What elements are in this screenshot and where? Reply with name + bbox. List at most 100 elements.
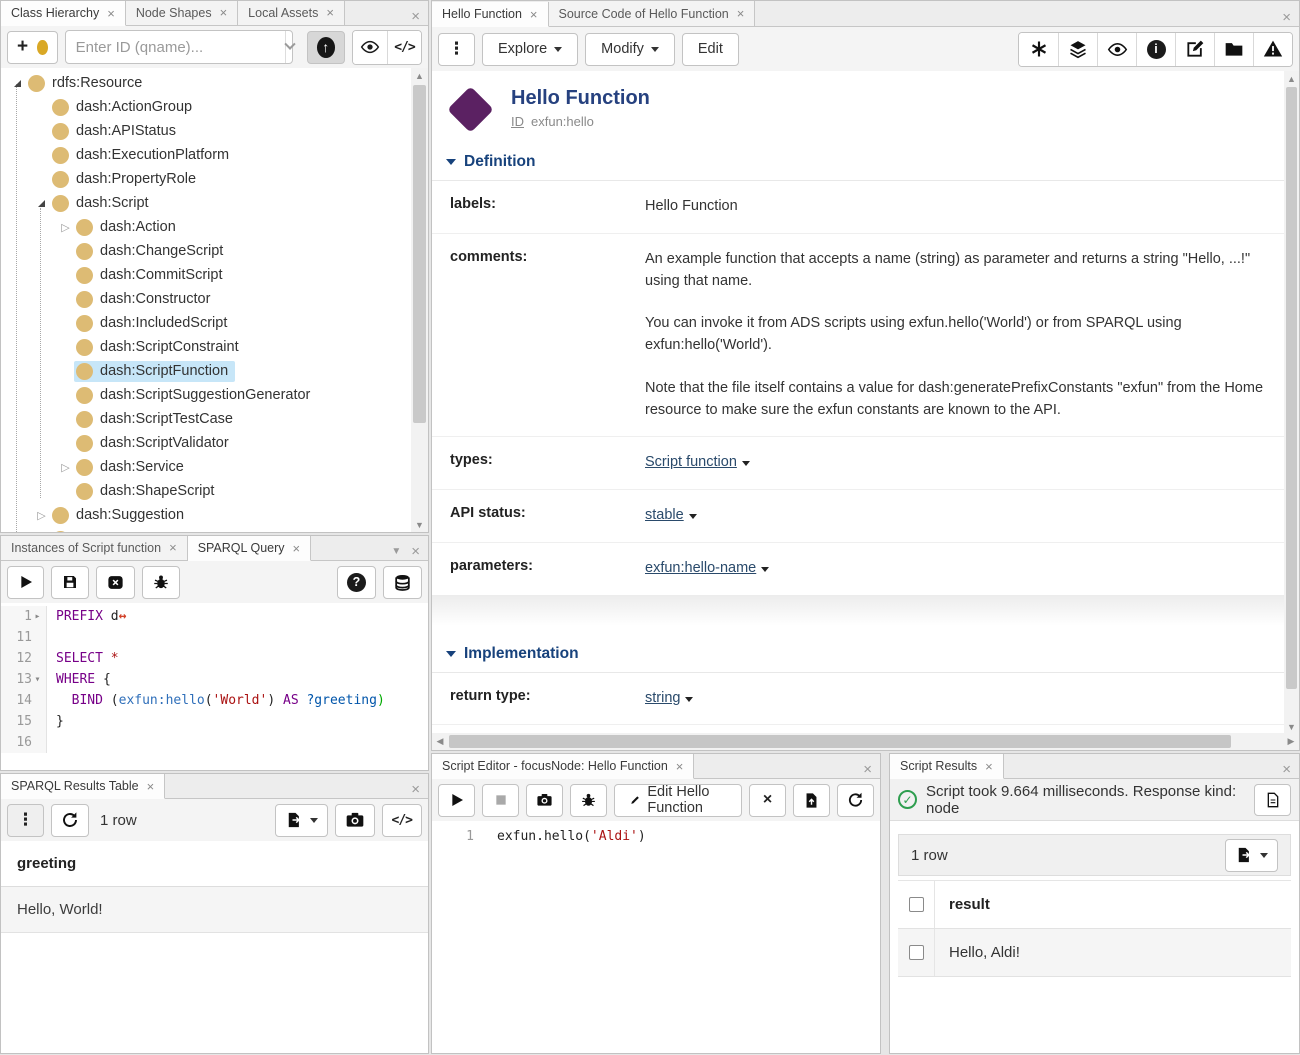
close-icon[interactable]: × (737, 7, 745, 20)
tree-item-dash-constructor[interactable]: dash:Constructor (1, 287, 411, 311)
run-script-button[interactable] (438, 784, 475, 817)
problems-button[interactable] (1253, 33, 1292, 66)
scrollbar-thumb[interactable] (413, 85, 426, 423)
layers-button[interactable] (1058, 33, 1097, 66)
tab-instances[interactable]: Instances of Script function× (1, 535, 188, 560)
code-line[interactable]: 13▾WHERE { (1, 669, 428, 690)
watch-button[interactable] (1097, 33, 1136, 66)
tree-item-dash-scriptconstraint[interactable]: dash:ScriptConstraint (1, 335, 411, 359)
close-icon[interactable]: × (293, 542, 301, 555)
tab-script-editor[interactable]: Script Editor - focusNode: Hello Functio… (432, 754, 694, 779)
panel-close-icon[interactable]: × (863, 761, 872, 778)
scrollbar-thumb[interactable] (1286, 87, 1297, 689)
reload-script-button[interactable] (837, 784, 874, 817)
chevron-down-icon[interactable] (689, 514, 697, 519)
tree-item-dash-service[interactable]: ▷dash:Service (1, 455, 411, 479)
return-type-link[interactable]: string (645, 690, 680, 706)
fold-marker-icon[interactable]: ▸ (32, 606, 43, 627)
script-code-editor[interactable]: 1 exfun.hello('Aldi') (432, 821, 880, 1053)
panel-close-icon[interactable]: × (411, 543, 420, 560)
scrollbar-thumb[interactable] (449, 735, 1231, 748)
wildcard-button[interactable] (1019, 33, 1058, 66)
stop-script-button[interactable] (482, 784, 519, 817)
tree-item-dash-suggestion[interactable]: ▷dash:Suggestion (1, 503, 411, 527)
tab-source-code[interactable]: Source Code of Hello Function× (549, 1, 756, 26)
tree-item-dash-executionplatform[interactable]: dash:ExecutionPlatform (1, 143, 411, 167)
explore-menu-button[interactable]: Explore (482, 33, 578, 66)
close-icon[interactable]: × (530, 8, 538, 21)
section-implementation[interactable]: Implementation (432, 631, 1284, 673)
tab-local-assets[interactable]: Local Assets× (238, 0, 345, 25)
snapshot-results-button[interactable] (335, 804, 375, 837)
code-line[interactable]: 16 (1, 732, 428, 753)
id-search-input[interactable] (66, 39, 285, 56)
close-icon[interactable]: × (326, 6, 334, 19)
save-query-button[interactable] (51, 566, 89, 599)
tab-sparql-results[interactable]: SPARQL Results Table× (1, 774, 165, 799)
scroll-up-icon[interactable]: ▲ (411, 68, 428, 84)
expand-icon[interactable]: ▷ (59, 221, 72, 234)
export-script-results-button[interactable] (1225, 839, 1278, 872)
modify-menu-button[interactable]: Modify (585, 33, 675, 66)
tab-hello-function[interactable]: Hello Function× (432, 2, 549, 27)
form-scrollbar-horizontal[interactable]: ◀ ▶ (432, 733, 1299, 750)
sparql-code-editor[interactable]: 1▸PREFIX d↔11 12 SELECT *13▾WHERE {14 BI… (1, 603, 428, 771)
edit-button[interactable]: Edit (682, 33, 739, 66)
save-script-file-button[interactable] (793, 784, 830, 817)
export-results-button[interactable] (275, 804, 328, 837)
tree-item-dash-actiongroup[interactable]: dash:ActionGroup (1, 95, 411, 119)
close-icon[interactable]: × (169, 541, 177, 554)
api-status-link[interactable]: stable (645, 507, 684, 523)
tree-item-dash-apistatus[interactable]: dash:APIStatus (1, 119, 411, 143)
create-class-button[interactable]: + (7, 31, 58, 64)
scroll-left-icon[interactable]: ◀ (432, 733, 448, 750)
close-script-button[interactable]: × (749, 784, 786, 817)
navigate-up-button[interactable]: ↑ (307, 31, 345, 64)
tree-item-dash-scriptsuggestiongenerator[interactable]: dash:ScriptSuggestionGenerator (1, 383, 411, 407)
id-search-dropdown[interactable] (285, 31, 294, 63)
tree-item-dash-shapescript[interactable]: dash:ShapeScript (1, 479, 411, 503)
tree-scrollbar[interactable]: ▲ ▼ (411, 68, 428, 533)
panel-close-icon[interactable]: × (411, 8, 420, 25)
close-icon[interactable]: × (147, 780, 155, 793)
form-scrollbar-vertical[interactable]: ▲ ▼ (1284, 71, 1299, 735)
form-menu-button[interactable]: ⋮ (438, 33, 475, 66)
close-icon[interactable]: × (985, 760, 993, 773)
scroll-down-icon[interactable]: ▼ (411, 517, 428, 533)
tree-item-rdfs-resource[interactable]: rdfs:Resource (1, 71, 411, 95)
edit-hello-function-button[interactable]: Edit Hello Function (614, 784, 742, 817)
types-link[interactable]: Script function (645, 454, 737, 470)
code-line[interactable]: 15 } (1, 711, 428, 732)
panel-close-icon[interactable]: × (1282, 761, 1291, 778)
tab-node-shapes[interactable]: Node Shapes× (126, 0, 238, 25)
snapshot-script-button[interactable] (526, 784, 563, 817)
preview-eye-button[interactable] (353, 31, 387, 64)
checkbox[interactable] (909, 945, 924, 960)
code-line[interactable]: 1▸PREFIX d↔ (1, 606, 428, 627)
chevron-down-icon[interactable] (685, 697, 693, 702)
chevron-down-icon[interactable] (761, 567, 769, 572)
view-response-button[interactable] (1254, 784, 1291, 816)
results-menu-button[interactable]: ⋮ (7, 804, 44, 837)
folder-button[interactable] (1214, 33, 1253, 66)
tree-item-dash-includedscript[interactable]: dash:IncludedScript (1, 311, 411, 335)
info-button[interactable]: i (1136, 33, 1175, 66)
tree-item-dash-script[interactable]: dash:Script (1, 191, 411, 215)
tree-item-dash-changescript[interactable]: dash:ChangeScript (1, 239, 411, 263)
checkbox[interactable] (909, 897, 924, 912)
code-line[interactable]: 14 BIND (exfun:hello('World') AS ?greeti… (1, 690, 428, 711)
fold-marker-icon[interactable]: ▾ (32, 669, 43, 690)
tab-script-results[interactable]: Script Results× (890, 754, 1004, 779)
scroll-right-icon[interactable]: ▶ (1283, 733, 1299, 750)
tab-sparql-query[interactable]: SPARQL Query× (188, 536, 311, 561)
debug-query-button[interactable] (142, 566, 180, 599)
panel-menu-icon[interactable]: ▼ (391, 546, 401, 557)
query-help-button[interactable]: ? (337, 566, 376, 599)
close-icon[interactable]: × (220, 6, 228, 19)
expand-icon[interactable]: ▷ (35, 509, 48, 522)
parameters-link[interactable]: exfun:hello-name (645, 560, 756, 576)
chevron-down-icon[interactable] (742, 461, 750, 466)
close-icon[interactable]: × (107, 7, 115, 20)
section-definition[interactable]: Definition (432, 139, 1284, 181)
scroll-up-icon[interactable]: ▲ (1284, 71, 1299, 87)
